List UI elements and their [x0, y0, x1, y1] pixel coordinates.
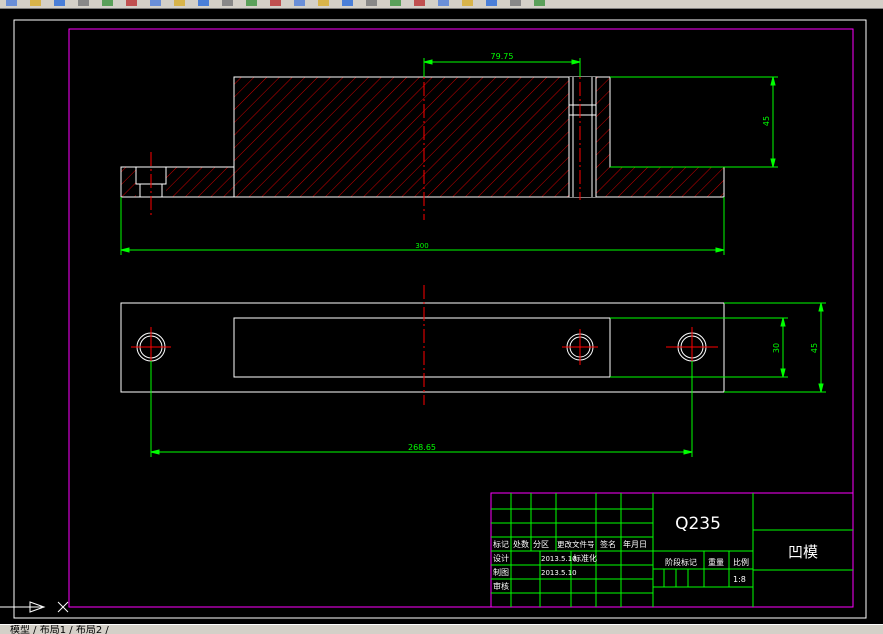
sheet-set-icon[interactable] [462, 0, 473, 6]
dim-79-75: 79.75 [491, 52, 514, 61]
toolbar [0, 0, 883, 9]
top-view [120, 285, 725, 405]
print-icon[interactable] [78, 0, 89, 6]
tb-material: Q235 [675, 514, 721, 534]
plot-icon[interactable] [126, 0, 137, 6]
front-section-view [120, 60, 725, 220]
properties-icon[interactable] [390, 0, 401, 6]
tb-design: 设计 [493, 553, 509, 563]
title-block: 标记 处数 分区 更改文件号 签名 年月日 设计 制图 审核 2013.5.10… [490, 492, 854, 608]
cut-icon[interactable] [150, 0, 161, 6]
dim-45-front: 45 [762, 116, 771, 126]
tool-palette-icon[interactable] [438, 0, 449, 6]
dim-268-65: 268.65 [408, 443, 436, 452]
tb-date: 年月日 [623, 539, 647, 549]
tb-mark: 标记 [493, 539, 509, 549]
section-hatch-right [596, 77, 724, 197]
pan-icon[interactable] [294, 0, 305, 6]
copy-icon[interactable] [174, 0, 185, 6]
redo-icon[interactable] [270, 0, 281, 6]
tb-docno: 更改文件号 [557, 539, 595, 549]
dim-45-top: 45 [810, 343, 819, 353]
calc-icon[interactable] [510, 0, 521, 6]
help-icon[interactable] [534, 0, 545, 6]
design-center-icon[interactable] [414, 0, 425, 6]
tb-weight: 重量 [708, 557, 724, 567]
tb-part-name: 凹模 [788, 543, 818, 561]
tb-drawn: 制图 [493, 567, 509, 577]
dim-30: 30 [772, 343, 781, 353]
tb-date2: 2013.5.10 [541, 569, 577, 577]
top-dimensions [150, 302, 826, 457]
drawing-canvas[interactable]: 79.75 45 300 30 45 268.65 标记 处数 分区 更改文件号… [0, 9, 883, 624]
zoom-prev-icon[interactable] [366, 0, 377, 6]
paste-icon[interactable] [198, 0, 209, 6]
tb-zone: 分区 [533, 540, 549, 549]
section-hatch [121, 77, 569, 197]
ucs-icon [0, 601, 69, 613]
tb-date1: 2013.5.10 [541, 555, 577, 563]
tb-ratio: 1:8 [733, 575, 746, 584]
match-icon[interactable] [222, 0, 233, 6]
tb-ratio-label: 比例 [733, 557, 749, 567]
tb-std: 标准化 [573, 553, 597, 563]
new-icon[interactable] [6, 0, 17, 6]
zoom-icon[interactable] [318, 0, 329, 6]
tb-sign: 签名 [600, 539, 616, 549]
tb-stage: 阶段标记 [665, 557, 697, 567]
save-icon[interactable] [54, 0, 65, 6]
open-icon[interactable] [30, 0, 41, 6]
zoom-window-icon[interactable] [342, 0, 353, 6]
undo-icon[interactable] [246, 0, 257, 6]
dim-300: 300 [415, 242, 428, 250]
preview-icon[interactable] [102, 0, 113, 6]
markup-icon[interactable] [486, 0, 497, 6]
tb-count: 处数 [513, 539, 529, 549]
tb-check: 审核 [493, 581, 509, 591]
